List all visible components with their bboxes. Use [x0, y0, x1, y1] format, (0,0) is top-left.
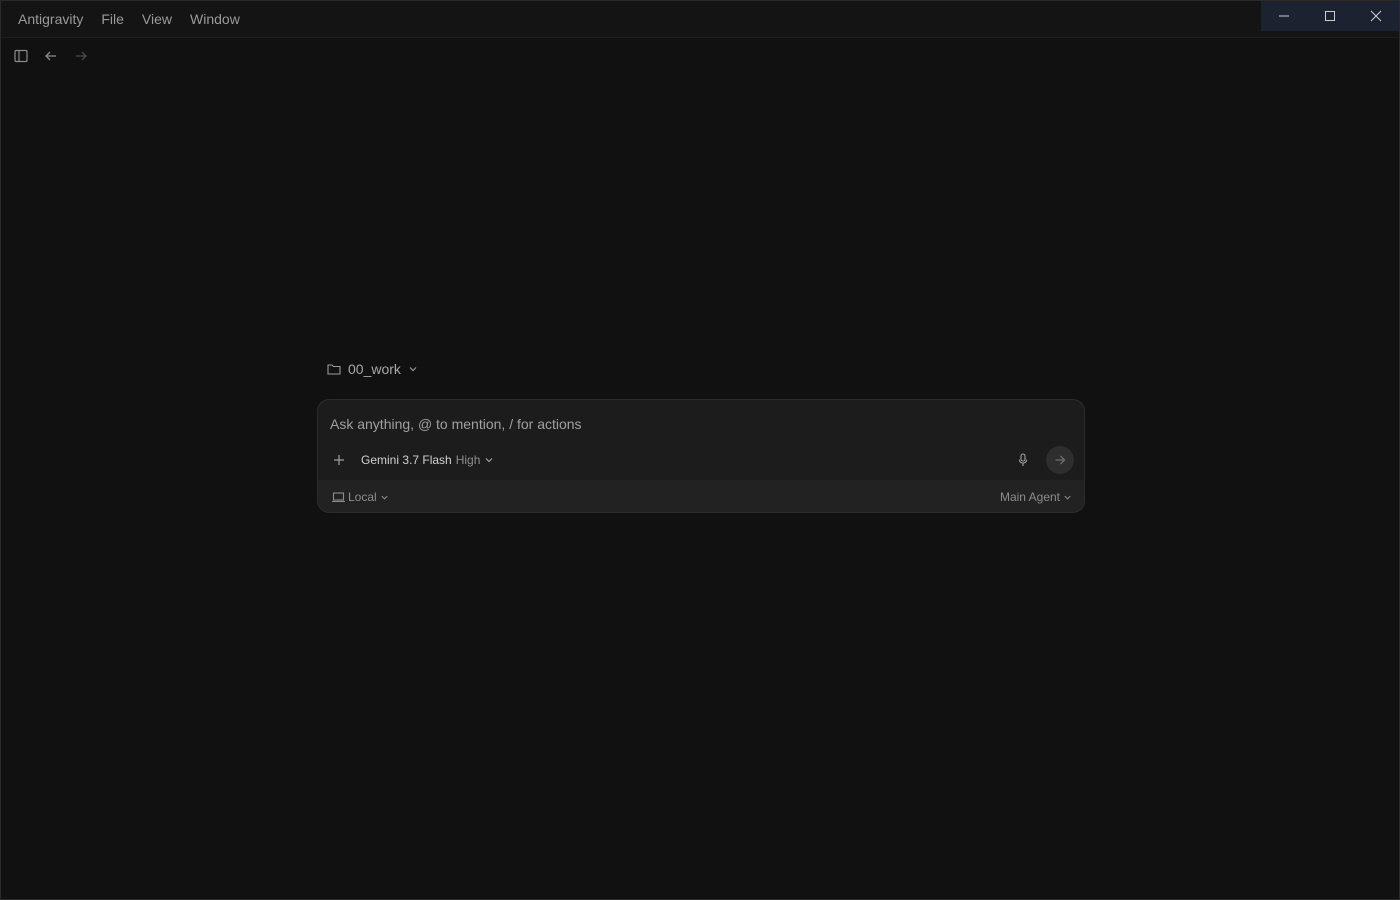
chat-input-area: Gemini 3.7 Flash High: [318, 400, 1084, 480]
forward-button[interactable]: [71, 45, 91, 67]
maximize-icon: [1325, 11, 1335, 21]
menu-view[interactable]: View: [133, 1, 181, 37]
close-icon: [1370, 10, 1382, 22]
chevron-down-icon: [1064, 495, 1071, 500]
chat-footer: Local Main Agent: [332, 488, 1072, 506]
add-context-button[interactable]: [330, 451, 348, 469]
model-level: High: [455, 453, 481, 467]
send-button[interactable]: [1046, 446, 1074, 474]
minimize-icon: [1279, 15, 1289, 17]
chat-controls-row: Gemini 3.7 Flash High: [330, 446, 1074, 474]
environment-label: Local: [348, 490, 377, 504]
sidebar-toggle-button[interactable]: [11, 45, 31, 67]
minimize-button[interactable]: [1261, 1, 1307, 31]
workspace-selector[interactable]: 00_work: [327, 359, 418, 379]
arrow-left-icon: [45, 51, 56, 61]
voice-input-button[interactable]: [1014, 451, 1032, 469]
chat-input[interactable]: [330, 412, 1070, 436]
agent-label: Main Agent: [999, 490, 1060, 504]
close-button[interactable]: [1353, 1, 1399, 31]
model-name: Gemini 3.7 Flash: [361, 453, 452, 467]
back-button[interactable]: [41, 45, 61, 67]
title-bar: Antigravity File View Window: [1, 1, 1399, 38]
microphone-icon: [1018, 453, 1028, 466]
chat-composer: Gemini 3.7 Flash High: [317, 399, 1085, 513]
menu-bar: Antigravity File View Window: [9, 1, 249, 37]
chevron-down-icon: [409, 367, 417, 372]
sidebar-toggle-icon: [14, 49, 28, 63]
chevron-down-icon: [381, 495, 388, 500]
arrow-right-icon: [76, 51, 87, 61]
menu-app-name[interactable]: Antigravity: [9, 1, 92, 37]
environment-selector[interactable]: Local: [332, 490, 389, 504]
maximize-button[interactable]: [1307, 1, 1353, 31]
workspace-name: 00_work: [348, 361, 401, 377]
laptop-icon: [332, 491, 345, 502]
arrow-right-icon: [1055, 455, 1066, 465]
agent-selector[interactable]: Main Agent: [1000, 490, 1072, 504]
window-controls: [1261, 1, 1399, 31]
navigation-toolbar: [11, 45, 91, 67]
folder-icon: [327, 364, 341, 375]
chevron-down-icon: [485, 458, 493, 463]
menu-file[interactable]: File: [92, 1, 133, 37]
app-window: Antigravity File View Window 00_work Ask…: [0, 0, 1400, 900]
model-selector[interactable]: Gemini 3.7 Flash High: [361, 453, 494, 467]
menu-window[interactable]: Window: [181, 1, 249, 37]
plus-icon: [334, 455, 344, 465]
